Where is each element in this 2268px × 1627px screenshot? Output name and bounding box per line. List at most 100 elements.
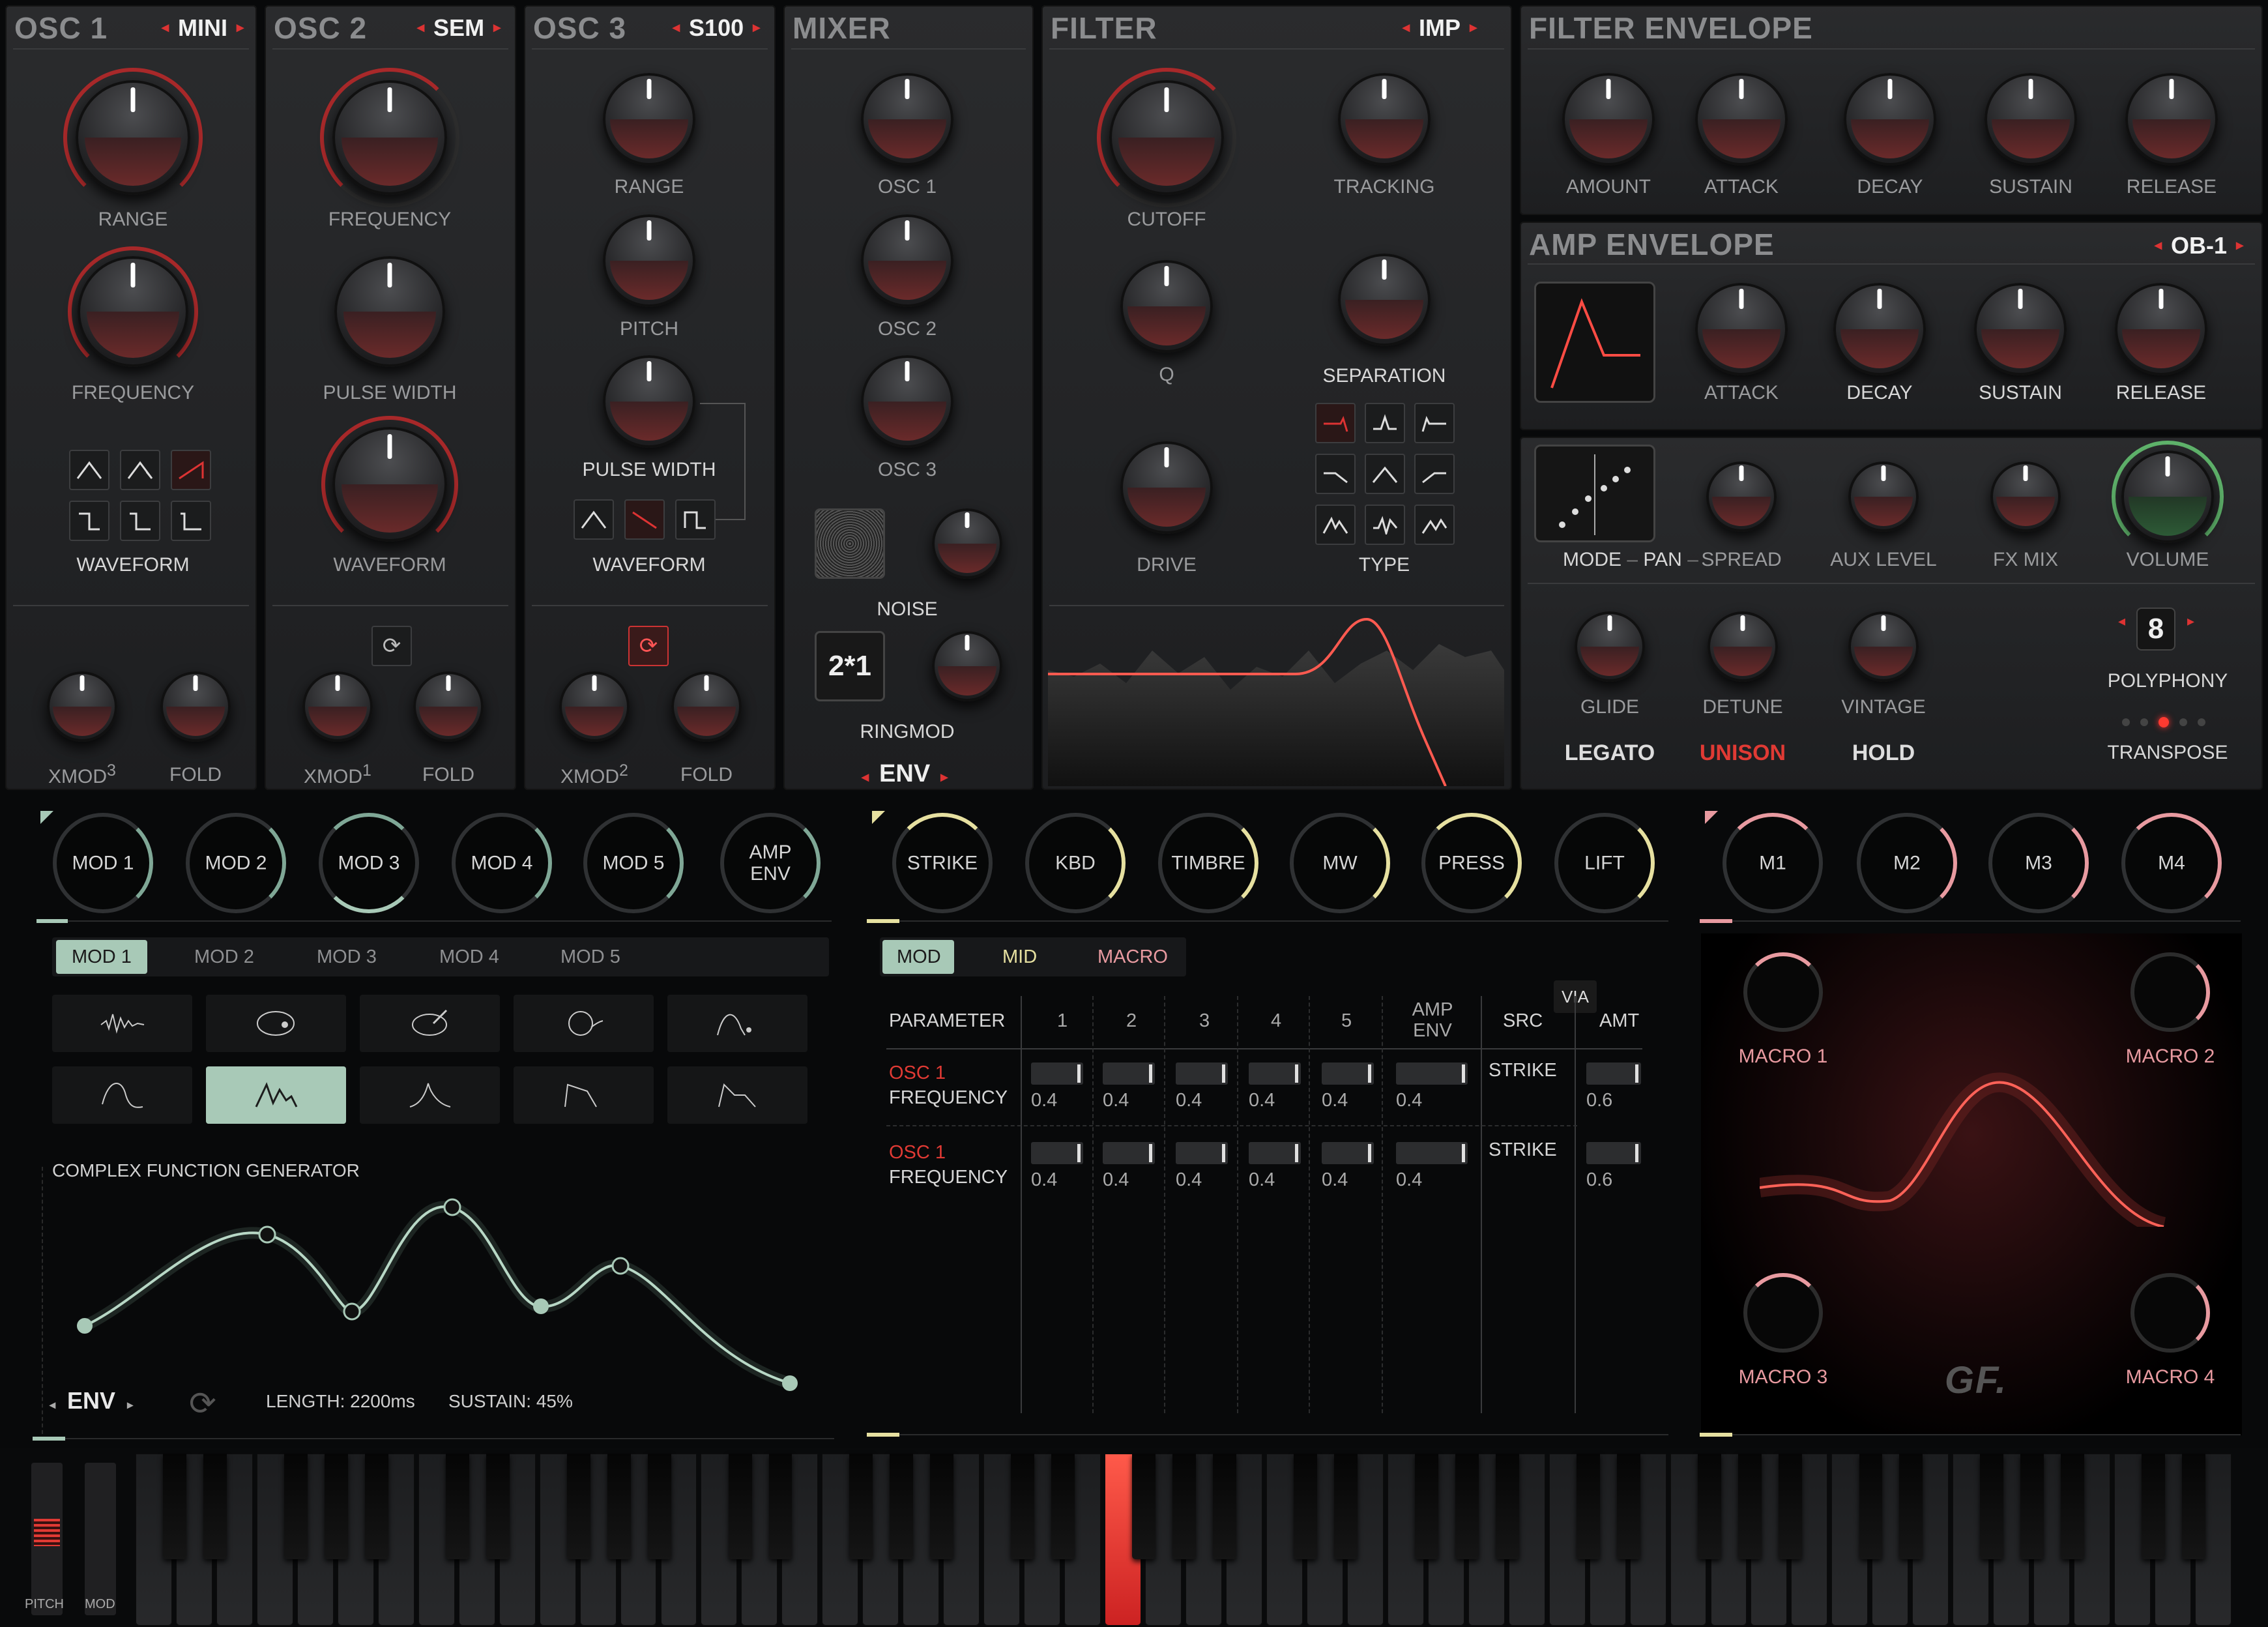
black-key[interactable] <box>1778 1454 1802 1559</box>
filter-cutoff-knob[interactable] <box>1109 80 1224 195</box>
aux-level-knob[interactable] <box>1848 462 1919 532</box>
shape-sine-tile[interactable] <box>52 1066 192 1124</box>
filter-env-amount-knob[interactable] <box>1562 73 1655 166</box>
envelope-shape-display[interactable] <box>1534 282 1655 403</box>
tri-saw-wave-button[interactable] <box>120 450 160 490</box>
row2-slot1[interactable] <box>1031 1142 1083 1164</box>
filter-env-release-knob[interactable] <box>2125 73 2218 166</box>
black-key[interactable] <box>566 1454 590 1559</box>
black-key[interactable] <box>2061 1454 2085 1559</box>
loop-icon[interactable]: ⟳ <box>189 1385 216 1422</box>
osc2-pulse-width-knob[interactable] <box>334 256 445 367</box>
shape-multi-peak-tile[interactable] <box>206 1066 346 1124</box>
filter-model-selector[interactable]: ◂ IMP ▸ <box>1393 14 1486 42</box>
osc3-triangle-button[interactable] <box>574 499 614 540</box>
macro3-knob[interactable] <box>1743 1273 1823 1353</box>
row1-slot4[interactable] <box>1249 1063 1301 1085</box>
noise-type-selector[interactable] <box>815 508 885 579</box>
black-key[interactable] <box>647 1454 671 1559</box>
osc3-sync-button[interactable]: ⟳ <box>628 626 669 666</box>
shape-attack-decay-tile[interactable] <box>514 1066 654 1124</box>
shape-adsr-tile[interactable] <box>667 1066 807 1124</box>
black-key[interactable] <box>607 1454 631 1559</box>
filter-type-bp-button[interactable] <box>1365 403 1405 443</box>
black-key[interactable] <box>768 1454 792 1559</box>
tab-mod4[interactable]: MOD 4 <box>439 946 499 968</box>
m4-knob[interactable]: M4 <box>2121 813 2222 913</box>
unison-button[interactable]: UNISON <box>1700 740 1786 766</box>
osc1-xmod-knob[interactable] <box>47 671 117 742</box>
function-generator-curve[interactable] <box>65 1188 821 1422</box>
filter-type-multi1-button[interactable] <box>1315 505 1356 545</box>
m1-knob[interactable]: M1 <box>1723 813 1823 913</box>
black-key[interactable] <box>2020 1454 2044 1559</box>
black-key[interactable] <box>1697 1454 1721 1559</box>
spread-knob[interactable] <box>1706 462 1777 532</box>
osc3-pulse-width-knob[interactable] <box>603 355 695 448</box>
mixer-osc2-knob[interactable] <box>861 214 953 307</box>
filter-type-lp-button[interactable] <box>1315 403 1356 443</box>
macro2-knob[interactable] <box>2130 952 2210 1032</box>
osc3-xmod-knob[interactable] <box>559 671 630 742</box>
tab-mod3[interactable]: MOD 3 <box>317 946 377 968</box>
black-key[interactable] <box>486 1454 510 1559</box>
row1-slot2[interactable] <box>1103 1063 1155 1085</box>
black-key[interactable] <box>2142 1454 2166 1559</box>
black-key[interactable] <box>1495 1454 1519 1559</box>
tab-mod5[interactable]: MOD 5 <box>560 946 620 968</box>
filter-tracking-knob[interactable] <box>1338 73 1431 166</box>
volume-knob[interactable] <box>2121 450 2214 543</box>
osc1-range-knob[interactable] <box>76 80 190 195</box>
triangle-wave-button[interactable] <box>69 450 109 490</box>
tab-macro[interactable]: MACRO <box>1098 946 1168 968</box>
filter-type-hp2-button[interactable] <box>1414 454 1455 494</box>
black-key[interactable] <box>364 1454 388 1559</box>
filter-separation-knob[interactable] <box>1338 254 1431 346</box>
filter-q-knob[interactable] <box>1120 260 1213 353</box>
ringmod-level-knob[interactable] <box>932 631 1002 701</box>
black-key[interactable] <box>2182 1454 2206 1559</box>
row2-slot4[interactable] <box>1249 1142 1301 1164</box>
amp-env-sustain-knob[interactable] <box>1974 283 2067 375</box>
legato-button[interactable]: LEGATO <box>1565 740 1655 766</box>
black-key[interactable] <box>284 1454 308 1559</box>
row2-slot-amp-env[interactable] <box>1396 1142 1468 1164</box>
shape-random-tile[interactable] <box>52 995 192 1052</box>
osc2-waveform-knob[interactable] <box>332 427 447 542</box>
vintage-knob[interactable] <box>1848 611 1919 682</box>
black-key[interactable] <box>728 1454 752 1559</box>
row2-src[interactable]: STRIKE <box>1489 1139 1557 1161</box>
tab-mod1[interactable]: MOD 1 <box>72 946 132 968</box>
polyphony-prev[interactable]: ◂ <box>2118 613 2125 630</box>
osc2-model-selector[interactable]: ◂ SEM ▸ <box>408 14 510 42</box>
row1-src[interactable]: STRIKE <box>1489 1060 1557 1081</box>
lift-knob[interactable]: LIFT <box>1554 813 1655 913</box>
amp-env-release-knob[interactable] <box>2115 283 2207 375</box>
filter-type-bp2-button[interactable] <box>1365 454 1405 494</box>
black-key[interactable] <box>1414 1454 1438 1559</box>
pulse-wave-button[interactable] <box>120 501 160 541</box>
row2-slot2[interactable] <box>1103 1142 1155 1164</box>
shape-bump-tile[interactable] <box>667 995 807 1052</box>
polyphony-value[interactable]: 8 <box>2136 608 2175 651</box>
m2-knob[interactable]: M2 <box>1857 813 1957 913</box>
black-key[interactable] <box>1011 1454 1035 1559</box>
osc1-frequency-knob[interactable] <box>78 256 188 367</box>
black-key[interactable] <box>1132 1454 1156 1559</box>
osc2-sync-button[interactable]: ⟳ <box>371 626 412 666</box>
row1-amt-slot[interactable] <box>1586 1063 1641 1085</box>
fx-mix-knob[interactable] <box>1990 462 2061 532</box>
black-key[interactable] <box>1172 1454 1197 1559</box>
black-key[interactable] <box>1051 1454 1075 1559</box>
amp-env-model-selector[interactable]: ◂ OB-1 ▸ <box>2145 232 2252 259</box>
osc1-fold-knob[interactable] <box>160 671 231 742</box>
mixer-env-selector[interactable]: ◂ ENV ▸ <box>862 760 948 788</box>
black-key[interactable] <box>849 1454 873 1559</box>
black-key[interactable] <box>324 1454 348 1559</box>
tab-mod[interactable]: MOD <box>897 946 941 968</box>
ringmod-selector[interactable]: 2*1 <box>815 631 885 701</box>
black-key[interactable] <box>1334 1454 1358 1559</box>
noise-level-knob[interactable] <box>932 508 1002 579</box>
tab-mid[interactable]: MID <box>1002 946 1037 968</box>
black-key[interactable] <box>890 1454 914 1559</box>
